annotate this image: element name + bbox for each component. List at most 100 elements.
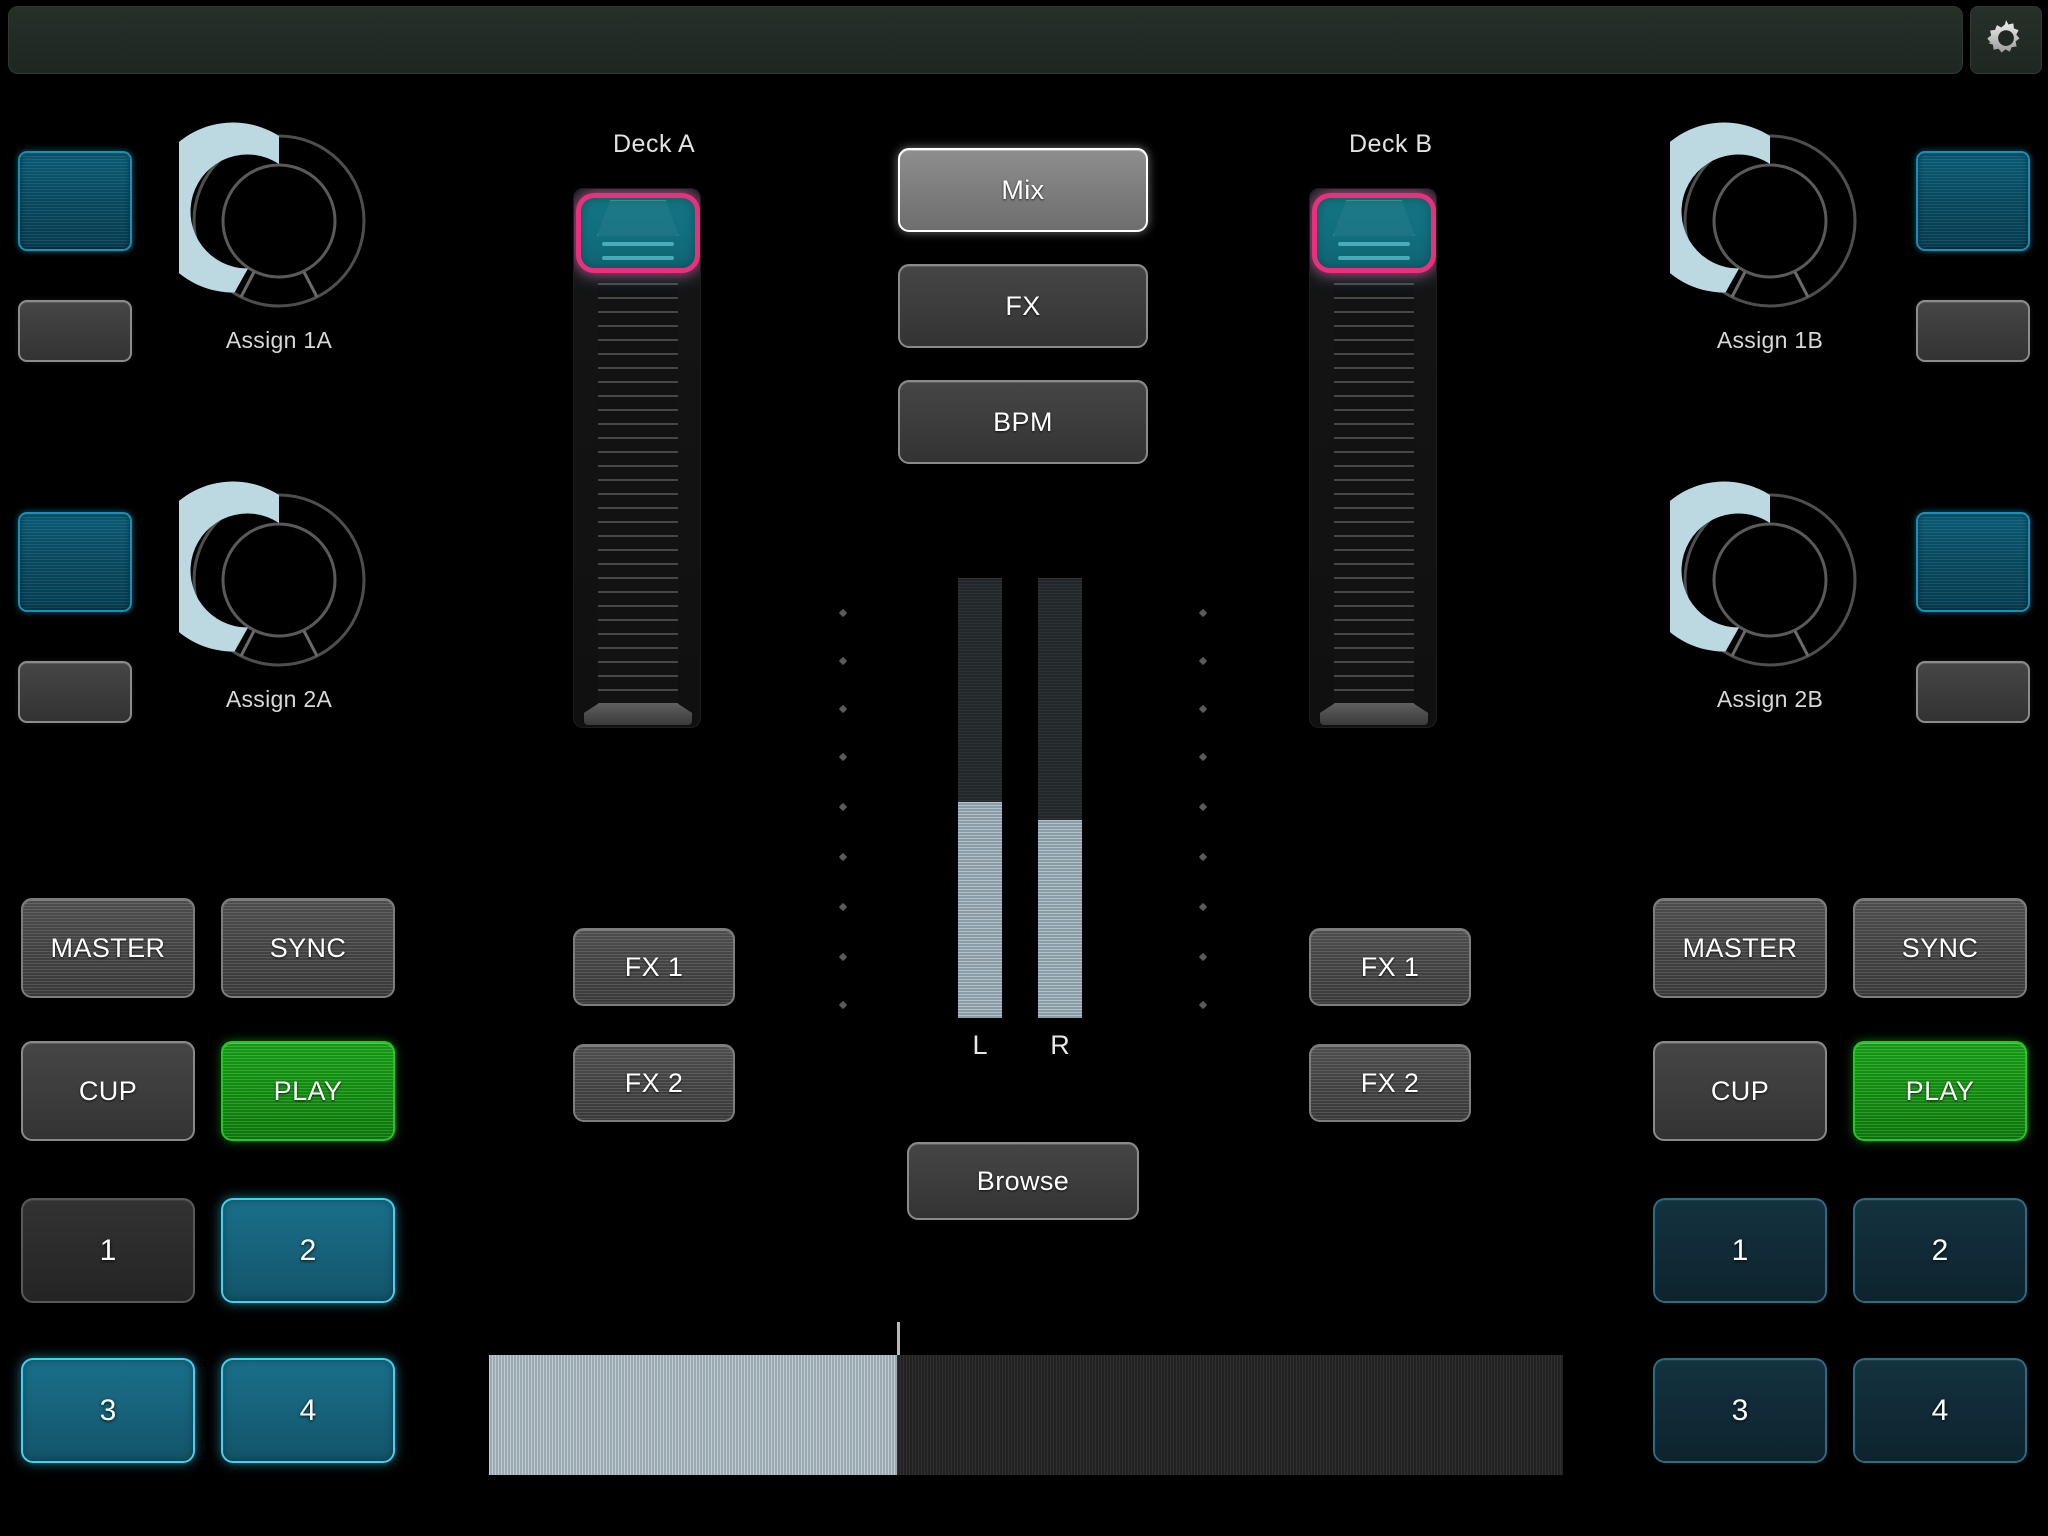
deck-a-fx1-button[interactable]: FX 1 xyxy=(573,928,735,1006)
deck-b-pad-3-label: 3 xyxy=(1731,1393,1749,1427)
deck-a-volume-fader[interactable] xyxy=(573,188,701,728)
deck-b-fader-handle-line-2 xyxy=(1337,256,1411,260)
deck-b-master-button[interactable]: MASTER xyxy=(1653,898,1827,998)
vu-meter-left xyxy=(958,578,1002,1018)
position-bar-needle xyxy=(897,1322,901,1355)
deck-b-fader-handle-bevel xyxy=(1332,200,1416,236)
deck-b-pad-2[interactable]: 2 xyxy=(1853,1198,2027,1303)
tab-fx-label: FX xyxy=(1005,290,1041,321)
knob-ring-assign-2a[interactable] xyxy=(179,480,379,680)
position-bar-played xyxy=(489,1355,898,1475)
beat-dot-left-6 xyxy=(838,852,848,862)
beat-dot-right-8 xyxy=(1198,952,1208,962)
knob-ring-assign-2b[interactable] xyxy=(1670,480,1870,680)
mini-button-assign-2a-toggle[interactable] xyxy=(18,512,132,612)
knob-ring-assign-1a[interactable] xyxy=(179,121,379,321)
deck-a-master-button[interactable]: MASTER xyxy=(21,898,195,998)
deck-a-pad-2[interactable]: 2 xyxy=(221,1198,395,1303)
tab-bpm[interactable]: BPM xyxy=(898,380,1148,464)
beat-dot-left-5 xyxy=(838,802,848,812)
deck-b-fx1-label: FX 1 xyxy=(1360,951,1420,982)
mini-button-assign-2b-toggle[interactable] xyxy=(1916,512,2030,612)
deck-a-play-button[interactable]: PLAY xyxy=(221,1041,395,1141)
deck-a-pad-1-label: 1 xyxy=(99,1233,117,1267)
deck-a-pad-4[interactable]: 4 xyxy=(221,1358,395,1463)
vu-meter-left-fill xyxy=(958,802,1002,1018)
deck-b-fader-base xyxy=(1320,703,1428,725)
deck-a-pad-4-label: 4 xyxy=(299,1393,317,1427)
deck-a-cup-button[interactable]: CUP xyxy=(21,1041,195,1141)
deck-b-pad-1-label: 1 xyxy=(1731,1233,1749,1267)
knob-label-assign-1b: Assign 1B xyxy=(1716,327,1824,353)
deck-a-fx1-label: FX 1 xyxy=(624,951,684,982)
deck-a-master-label: MASTER xyxy=(50,932,166,963)
deck-b-fader-handle[interactable] xyxy=(1312,193,1436,273)
beat-dot-right-1 xyxy=(1198,608,1208,618)
tab-fx[interactable]: FX xyxy=(898,264,1148,348)
knob-assign-2b[interactable]: Assign 2B xyxy=(1670,480,1870,712)
deck-b-pad-1[interactable]: 1 xyxy=(1653,1198,1827,1303)
deck-b-title: Deck B xyxy=(1349,130,1433,158)
beat-dot-left-2 xyxy=(838,656,848,666)
tab-bpm-label: BPM xyxy=(993,406,1053,437)
knob-assign-2a[interactable]: Assign 2A xyxy=(179,480,379,712)
vu-meter-right-fill xyxy=(1038,820,1082,1018)
knob-assign-1a[interactable]: Assign 1A xyxy=(179,121,379,353)
mini-button-assign-1a-toggle[interactable] xyxy=(18,151,132,251)
deck-a-fader-handle-line-1 xyxy=(601,242,675,246)
deck-a-sync-button[interactable]: SYNC xyxy=(221,898,395,998)
beat-dot-right-9 xyxy=(1198,1000,1208,1010)
deck-b-pad-4-label: 4 xyxy=(1931,1393,1949,1427)
deck-b-fx2-label: FX 2 xyxy=(1360,1067,1420,1098)
deck-a-pad-3[interactable]: 3 xyxy=(21,1358,195,1463)
knob-ring-assign-1b[interactable] xyxy=(1670,121,1870,321)
deck-a-pad-1[interactable]: 1 xyxy=(21,1198,195,1303)
mini-button-assign-2a-shift[interactable] xyxy=(18,661,132,723)
beat-dot-right-6 xyxy=(1198,852,1208,862)
deck-a-pad-2-label: 2 xyxy=(299,1233,317,1267)
beat-dot-right-3 xyxy=(1198,704,1208,714)
deck-a-sync-label: SYNC xyxy=(269,932,347,963)
vu-meter-right-label: R xyxy=(1050,1030,1070,1060)
deck-b-cup-label: CUP xyxy=(1710,1075,1770,1106)
browse-label: Browse xyxy=(976,1165,1070,1196)
settings-button[interactable] xyxy=(1970,6,2042,74)
dj-controller-app: Assign 1A Assign 2A Assign 1B Assign 2B … xyxy=(0,0,2048,1536)
deck-b-play-button[interactable]: PLAY xyxy=(1853,1041,2027,1141)
deck-a-fader-handle-bevel xyxy=(596,200,680,236)
deck-a-pad-3-label: 3 xyxy=(99,1393,117,1427)
knob-label-assign-1a: Assign 1A xyxy=(225,327,333,353)
deck-a-fader-handle[interactable] xyxy=(576,193,700,273)
deck-b-play-label: PLAY xyxy=(1905,1075,1975,1106)
deck-b-pad-3[interactable]: 3 xyxy=(1653,1358,1827,1463)
knob-assign-1b[interactable]: Assign 1B xyxy=(1670,121,1870,353)
knob-label-assign-2a: Assign 2A xyxy=(225,686,333,712)
deck-b-pad-4[interactable]: 4 xyxy=(1853,1358,2027,1463)
position-bar[interactable] xyxy=(489,1322,1563,1475)
mini-button-assign-1b-toggle[interactable] xyxy=(1916,151,2030,251)
vu-meter-left-label: L xyxy=(972,1030,988,1060)
beat-dot-left-3 xyxy=(838,704,848,714)
mini-button-assign-1a-shift[interactable] xyxy=(18,300,132,362)
deck-b-fader-track xyxy=(1334,199,1414,714)
vu-meter-right xyxy=(1038,578,1082,1018)
deck-b-fader-handle-line-1 xyxy=(1337,242,1411,246)
beat-dot-right-2 xyxy=(1198,656,1208,666)
beat-dot-left-4 xyxy=(838,752,848,762)
mini-button-assign-2b-shift[interactable] xyxy=(1916,661,2030,723)
deck-a-fx2-button[interactable]: FX 2 xyxy=(573,1044,735,1122)
beat-dot-left-9 xyxy=(838,1000,848,1010)
beat-dot-left-8 xyxy=(838,952,848,962)
deck-b-sync-button[interactable]: SYNC xyxy=(1853,898,2027,998)
deck-b-cup-button[interactable]: CUP xyxy=(1653,1041,1827,1141)
tab-mix[interactable]: Mix xyxy=(898,148,1148,232)
deck-b-volume-fader[interactable] xyxy=(1309,188,1437,728)
browse-button[interactable]: Browse xyxy=(907,1142,1139,1220)
deck-a-play-label: PLAY xyxy=(273,1075,343,1106)
deck-b-sync-label: SYNC xyxy=(1901,932,1979,963)
beat-dot-left-7 xyxy=(838,902,848,912)
top-display-bar[interactable] xyxy=(8,6,1963,74)
deck-b-fx1-button[interactable]: FX 1 xyxy=(1309,928,1471,1006)
deck-b-fx2-button[interactable]: FX 2 xyxy=(1309,1044,1471,1122)
mini-button-assign-1b-shift[interactable] xyxy=(1916,300,2030,362)
